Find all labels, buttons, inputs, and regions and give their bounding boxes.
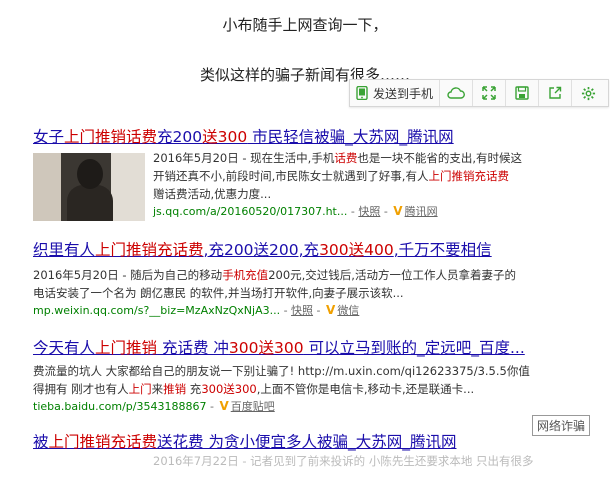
result-title-link[interactable]: 女子上门推销话费充200送300 市民轻信被骗_大苏网_腾讯网 [33,127,553,147]
share-icon [549,86,562,99]
settings-icon [581,86,595,100]
settings-button[interactable] [572,80,604,106]
result-snippet: 得拥有 刚才也有人上门来推销 充300送300,上面不管你是电信卡,移动卡,还是… [33,382,475,396]
search-result: 今天有人上门推销 充话费 冲300送300 可以立马到账的_定远吧_百度... … [33,338,553,415]
search-result: 织里有人上门推销充话费,充200送200,充300送400,千万不要相信 201… [33,240,553,319]
result-title-link[interactable]: 被上门推销充话费送花费 为贪小便宜多人被骗_大苏网_腾讯网 [33,432,553,452]
result-snippet: 2016年5月20日 - 随后为自己的移动手机充值200元,交过钱后,活动方一位… [33,268,516,282]
expand-button[interactable] [473,80,507,106]
verified-v-icon: V [219,399,229,413]
result-url: js.qq.com/a/20160520/017307.ht... [153,205,348,218]
search-result: 被上门推销充话费送花费 为贪小便宜多人被骗_大苏网_腾讯网 2016年7月22日… [33,432,553,470]
source-link[interactable]: 百度贴吧 [231,400,275,413]
send-to-phone-label: 发送到手机 [373,86,434,101]
phone-icon [356,86,368,100]
result-title-link[interactable]: 织里有人上门推销充话费,充200送200,充300送400,千万不要相信 [33,240,553,260]
result-snippet: 赠话费活动,优惠力度... [153,187,272,201]
result-meta: mp.weixin.qq.com/s?__biz=MzAxNzQxNjA3...… [33,303,360,317]
expand-icon [482,86,496,100]
save-icon [515,86,529,100]
send-to-phone-button[interactable]: 发送到手机 [350,80,441,106]
share-button[interactable] [539,80,573,106]
caption-line-1: 小布随手上网查询一下， [222,16,388,34]
snapshot-link[interactable]: 快照 [291,304,313,317]
save-button[interactable] [506,80,540,106]
result-snippet: 2016年7月22日 - 记者见到了前来投诉的 小陈先生还要求本地 只出有很多 [153,454,534,468]
result-meta: js.qq.com/a/20160520/017307.ht... - 快照 -… [153,204,438,218]
browser-toolbar: 发送到手机 [349,79,609,107]
watermark-label: 网络诈骗 [532,415,591,436]
search-result: 女子上门推销话费充200送300 市民轻信被骗_大苏网_腾讯网 2016年5月2… [33,127,553,221]
cloud-button[interactable] [440,80,474,106]
cloud-icon [447,87,465,99]
result-snippet: 开销还真不小,前段时间,市民陈女士就遇到了好事,有人上门推销充话费 [153,169,509,183]
verified-v-icon: V [393,204,403,218]
result-title-link[interactable]: 今天有人上门推销 充话费 冲300送300 可以立马到账的_定远吧_百度... [33,338,553,358]
result-snippet: 电话安装了一个名为 朗亿惠民 的软件,并当场打开软件,向妻子展示该软... [33,286,404,300]
result-thumbnail[interactable] [33,153,145,221]
snapshot-link[interactable]: 快照 [358,205,380,218]
source-link[interactable]: 微信 [337,304,359,317]
result-url: tieba.baidu.com/p/3543188867 [33,400,207,413]
result-snippet: 2016年5月20日 - 现在生活中,手机话费也是一块不能省的支出,有时候这 [153,151,522,165]
result-url: mp.weixin.qq.com/s?__biz=MzAxNzQxNjA3... [33,304,281,317]
result-meta: tieba.baidu.com/p/3543188867 - V 百度贴吧 [33,399,275,413]
verified-v-icon: V [326,303,336,317]
result-snippet: 费流量的坑人 大家都给自己的朋友说一下别让骗了! http://m.uxin.c… [33,364,530,378]
source-link[interactable]: 腾讯网 [405,205,438,218]
